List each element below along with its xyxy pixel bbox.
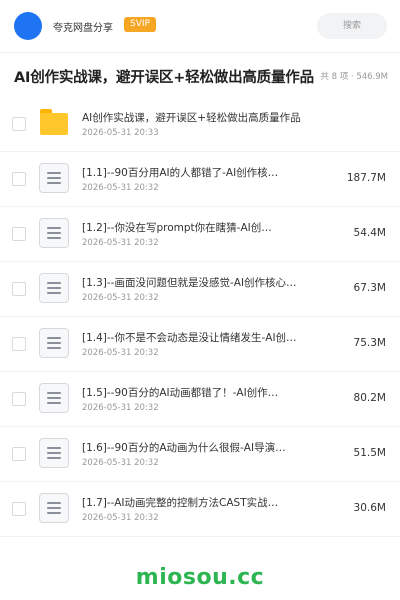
item-size: 51.5M: [353, 447, 386, 459]
header-divider: [0, 52, 400, 53]
file-row[interactable]: [1.6]--90百分的A动画为什么很假-AI导演… 2026-05-31 20:…: [0, 427, 400, 482]
item-name[interactable]: [1.2]--你没在写prompt你在瞎猜-AI创…: [82, 220, 327, 235]
item-date: 2026-05-31 20:32: [82, 183, 159, 193]
search-input[interactable]: 搜索: [317, 13, 387, 39]
file-row[interactable]: [1.3]--画面没问题但就是没感觉-AI创作核心… 2026-05-31 20:…: [0, 262, 400, 317]
item-name[interactable]: [1.6]--90百分的A动画为什么很假-AI导演…: [82, 440, 327, 455]
item-size: 75.3M: [353, 337, 386, 349]
file-row[interactable]: [1.4]--你不是不会动态是没让情绪发生-AI创… 2026-05-31 20:…: [0, 317, 400, 372]
item-name[interactable]: [1.7]--AI动画完整的控制方法CAST实战…: [82, 495, 327, 510]
file-row[interactable]: [1.2]--你没在写prompt你在瞎猜-AI创… 2026-05-31 20:…: [0, 207, 400, 262]
document-file-icon: [38, 217, 70, 249]
folder-row[interactable]: AI创作实战课，避开误区+轻松做出高质量作品 2026-05-31 20:33: [0, 97, 400, 152]
select-checkbox[interactable]: [12, 172, 26, 186]
select-checkbox[interactable]: [12, 117, 26, 131]
item-date: 2026-05-31 20:33: [82, 128, 159, 138]
svip-badge: SVIP: [124, 17, 156, 32]
page-title: AI创作实战课，避开误区+轻松做出高质量作品: [14, 70, 314, 86]
select-checkbox[interactable]: [12, 392, 26, 406]
select-checkbox[interactable]: [12, 282, 26, 296]
item-name[interactable]: [1.1]--90百分用AI的人都错了-AI创作核…: [82, 165, 327, 180]
file-list: AI创作实战课，避开误区+轻松做出高质量作品 2026-05-31 20:33 [1…: [0, 97, 400, 537]
item-date: 2026-05-31 20:32: [82, 293, 159, 303]
item-date: 2026-05-31 20:32: [82, 238, 159, 248]
item-size: 30.6M: [353, 502, 386, 514]
document-file-icon: [38, 272, 70, 304]
share-header: 夸克网盘分享 SVIP 搜索: [0, 0, 400, 52]
item-date: 2026-05-31 20:32: [82, 348, 159, 358]
select-checkbox[interactable]: [12, 227, 26, 241]
document-file-icon: [38, 382, 70, 414]
item-size: 187.7M: [346, 172, 386, 184]
share-name[interactable]: 夸克网盘分享: [53, 19, 113, 34]
select-checkbox[interactable]: [12, 502, 26, 516]
file-row[interactable]: [1.5]--90百分的AI动画都错了！-AI创作… 2026-05-31 20:…: [0, 372, 400, 427]
file-row[interactable]: [1.1]--90百分用AI的人都错了-AI创作核… 2026-05-31 20:…: [0, 152, 400, 207]
select-checkbox[interactable]: [12, 447, 26, 461]
item-size: 67.3M: [353, 282, 386, 294]
document-file-icon: [38, 327, 70, 359]
item-name[interactable]: [1.5]--90百分的AI动画都错了！-AI创作…: [82, 385, 327, 400]
item-date: 2026-05-31 20:32: [82, 513, 159, 523]
select-checkbox[interactable]: [12, 337, 26, 351]
item-date: 2026-05-31 20:32: [82, 403, 159, 413]
file-row[interactable]: [1.7]--AI动画完整的控制方法CAST实战… 2026-05-31 20:3…: [0, 482, 400, 537]
item-date: 2026-05-31 20:32: [82, 458, 159, 468]
item-name[interactable]: [1.3]--画面没问题但就是没感觉-AI创作核心…: [82, 275, 327, 290]
item-name[interactable]: AI创作实战课，避开误区+轻松做出高质量作品: [82, 110, 327, 125]
folder-meta: 共 8 项 · 546.9M: [318, 70, 388, 82]
watermark-logo: miosou.cc: [135, 565, 265, 590]
avatar[interactable]: [14, 12, 42, 40]
item-size: 54.4M: [353, 227, 386, 239]
document-file-icon: [38, 162, 70, 194]
item-size: 80.2M: [353, 392, 386, 404]
item-name[interactable]: [1.4]--你不是不会动态是没让情绪发生-AI创…: [82, 330, 327, 345]
folder-icon: [38, 107, 70, 139]
document-file-icon: [38, 437, 70, 469]
document-file-icon: [38, 492, 70, 524]
